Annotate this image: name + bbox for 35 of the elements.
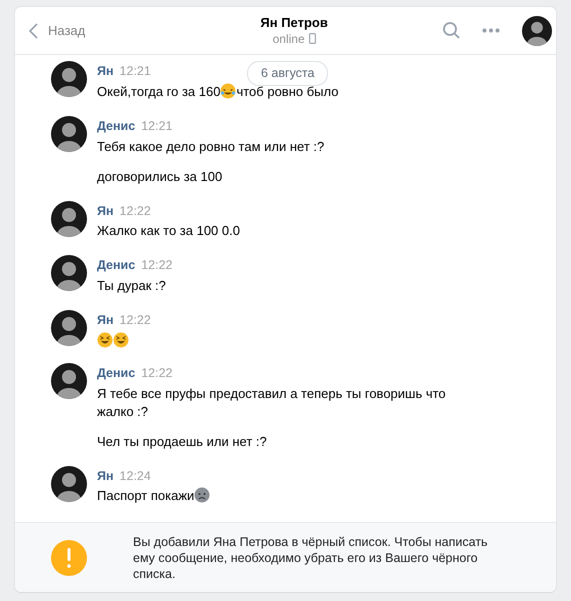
message-text: Тебя какое дело ровно там или нет :?: [97, 138, 324, 156]
emoji-icon: [194, 487, 210, 504]
online-status: online: [272, 30, 305, 46]
message-time: 12:22: [141, 366, 172, 380]
emoji-icon: [97, 332, 113, 348]
message-text: Чел ты продаешь или нет :?: [97, 432, 268, 450]
message-time: 12:21: [120, 64, 151, 78]
message-text: Жалко как то за 100 0.0: [97, 222, 240, 240]
message-text: Паспорт покажи: [97, 487, 210, 506]
search-icon[interactable]: [443, 22, 460, 39]
blacklist-notice: Вы добавили Яна Петрова в чёрный список. Чтобы написать ему сообщение, необходимо убрать его из Вашего чёрного списка.: [133, 534, 489, 582]
sender-name[interactable]: Ян: [97, 313, 114, 327]
warning-icon: [51, 540, 87, 576]
message-text: Ты дурак :?: [97, 277, 167, 295]
sender-name[interactable]: Ян: [97, 204, 114, 218]
message-time: 12:22: [120, 313, 151, 327]
message-text: Я тебе все пруфы предоставил а теперь ты говоришь что жалко :?: [97, 384, 447, 420]
message-time: 12:22: [120, 204, 151, 218]
emoji-icon: [220, 82, 236, 99]
sender-name[interactable]: Ян: [97, 64, 114, 78]
sender-name[interactable]: Денис: [97, 366, 136, 380]
sender-name[interactable]: Денис: [97, 258, 136, 272]
phone-icon: [308, 33, 316, 44]
message-time: 12:24: [120, 468, 151, 482]
sender-name[interactable]: Денис: [97, 118, 136, 133]
sender-name[interactable]: Ян: [97, 468, 114, 482]
back-button[interactable]: Назад: [29, 20, 86, 40]
emoji-icon: [113, 332, 129, 348]
date-label: 6 августа: [247, 61, 328, 86]
message-text: договорились за 100: [97, 168, 224, 186]
back-icon: [29, 22, 38, 38]
message-time: 12:22: [141, 258, 172, 272]
message-time: 12:21: [141, 118, 172, 133]
more-icon[interactable]: [482, 28, 500, 33]
chat-title: Ян Петров: [260, 14, 328, 30]
